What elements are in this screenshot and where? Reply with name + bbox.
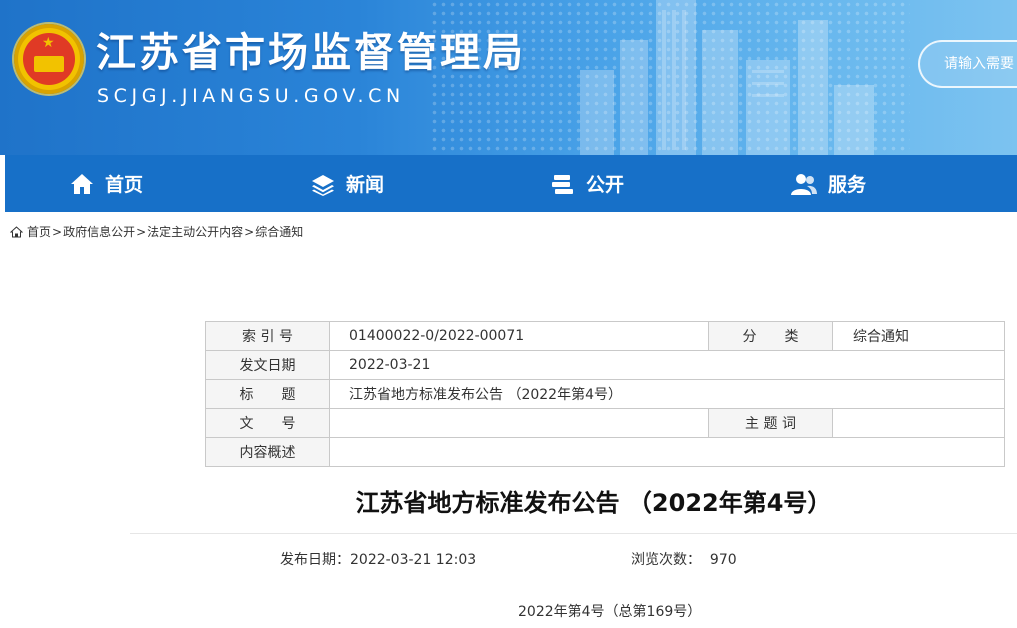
publish-date: 发布日期：2022-03-21 12:03: [280, 549, 476, 569]
index-number-value: 01400022-0/2022-00071: [329, 321, 709, 351]
users-icon: [791, 173, 817, 195]
table-row: 发文日期 2022-03-21: [205, 350, 1005, 380]
view-count: 浏览次数： 970: [631, 549, 737, 569]
city-skyline-graphic: [580, 0, 874, 155]
breadcrumb-home[interactable]: 首页: [27, 223, 51, 240]
site-domain: SCJGJ.JIANGSU.GOV.CN: [97, 85, 405, 107]
keyword-label: 主 题 词: [708, 408, 833, 438]
breadcrumb-item[interactable]: 法定主动公开内容: [147, 223, 243, 240]
breadcrumb: 首页 > 政府信息公开 > 法定主动公开内容 > 综合通知: [10, 223, 303, 240]
layers-icon: [312, 174, 334, 196]
nav-item-home[interactable]: 首页: [69, 155, 143, 212]
nav-label: 新闻: [346, 174, 385, 196]
title-value: 江苏省地方标准发布公告 （2022年第4号）: [329, 379, 1005, 409]
document-number-label: 文 号: [205, 408, 330, 438]
summary-label: 内容概述: [205, 437, 330, 467]
nav-label: 首页: [105, 174, 144, 196]
table-row: 文 号 主 题 词: [205, 408, 1005, 438]
table-row: 标 题 江苏省地方标准发布公告 （2022年第4号）: [205, 379, 1005, 409]
publish-date-value: 2022-03-21 12:03: [350, 552, 477, 568]
nav-label: 公开: [586, 174, 625, 196]
nav-label: 服务: [828, 174, 867, 196]
summary-value: [329, 437, 1005, 467]
document-info-table: 索 引 号 01400022-0/2022-00071 分 类 综合通知 发文日…: [205, 321, 1005, 467]
table-row: 内容概述: [205, 437, 1005, 467]
title-label: 标 题: [205, 379, 330, 409]
document-number-value: [329, 408, 709, 438]
nav-item-service[interactable]: 服务: [790, 155, 866, 212]
issue-date-value: 2022-03-21: [329, 350, 1005, 380]
header-banner: ★ 江苏省市场监督管理局 SCJGJ.JIANGSU.GOV.CN 请输入需要: [0, 0, 1017, 155]
index-number-label: 索 引 号: [205, 321, 330, 351]
emblem-gate-shape: [34, 56, 64, 72]
search-input[interactable]: 请输入需要: [918, 40, 1017, 88]
divider: [130, 533, 1017, 534]
star-icon: ★: [42, 35, 55, 51]
nav-item-news[interactable]: 新闻: [310, 155, 384, 212]
publish-date-label: 发布日期：: [280, 552, 350, 568]
issue-number: 2022年第4号（总第169号）: [518, 604, 702, 620]
breadcrumb-item[interactable]: 政府信息公开: [63, 223, 135, 240]
table-row: 索 引 号 01400022-0/2022-00071 分 类 综合通知: [205, 321, 1005, 351]
national-emblem-logo[interactable]: ★: [14, 24, 84, 94]
main-nav: 首页 新闻 公开 服务: [5, 155, 1017, 212]
breadcrumb-separator: >: [244, 224, 255, 239]
article-title: 江苏省地方标准发布公告 （2022年第4号）: [355, 489, 832, 517]
home-icon: [10, 225, 23, 237]
view-count-value: 970: [709, 552, 737, 568]
view-count-label: 浏览次数：: [631, 552, 701, 568]
breadcrumb-separator: >: [52, 224, 63, 239]
nav-item-open[interactable]: 公开: [550, 155, 624, 212]
category-label: 分 类: [708, 321, 833, 351]
breadcrumb-item[interactable]: 综合通知: [255, 223, 303, 240]
category-value: 综合通知: [832, 321, 1005, 351]
home-icon: [71, 173, 93, 194]
issue-date-label: 发文日期: [205, 350, 330, 380]
books-icon: [552, 174, 573, 194]
site-title[interactable]: 江苏省市场监督管理局: [96, 20, 526, 78]
keyword-value: [832, 408, 1005, 438]
breadcrumb-separator: >: [136, 224, 147, 239]
